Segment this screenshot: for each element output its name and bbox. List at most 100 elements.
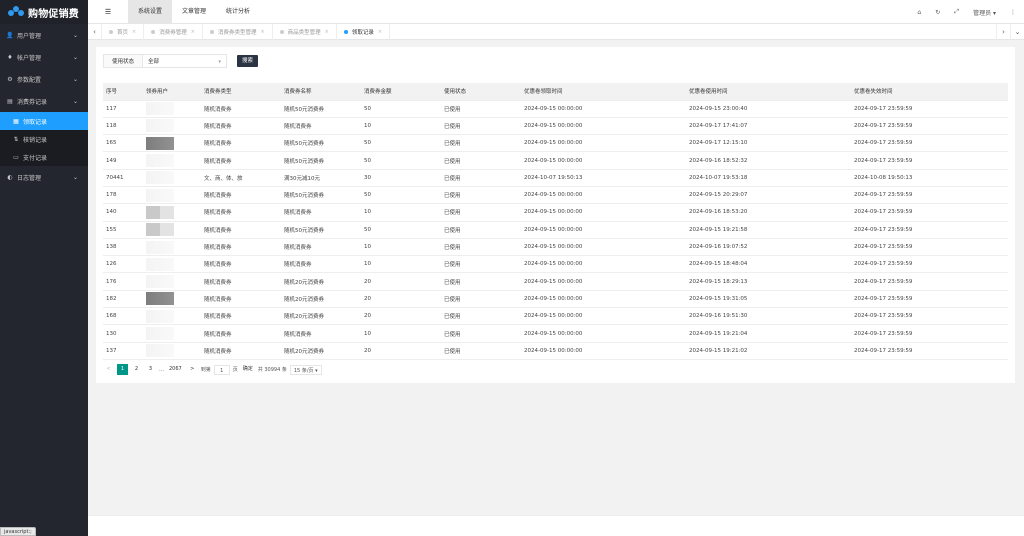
page-1-button[interactable]: 1 [117, 364, 128, 375]
cell-name: 随机20元消费券 [281, 272, 361, 291]
column-header: 优惠卷使用时间 [686, 83, 851, 101]
user-cell [143, 221, 201, 239]
page-size-select[interactable]: 15 条/页 ▾ [289, 364, 322, 375]
user-cell [143, 186, 201, 205]
sidebar-item-log[interactable]: ◐ 日志管理 ⌄ [0, 166, 88, 188]
admin-menu[interactable]: 管理员 ▾ [973, 8, 996, 17]
column-header: 优惠卷失效时间 [851, 83, 1008, 101]
cell-amount: 20 [361, 307, 441, 326]
column-header: 领券用户 [143, 83, 201, 101]
cell-expire: 2024-09-17 23:59:59 [851, 203, 1008, 222]
logo[interactable]: 购物促销费 [0, 0, 88, 24]
cell-type: 随机消费券 [201, 117, 281, 136]
sidebar-item-user[interactable]: 👤 用户管理 ⌄ [0, 24, 88, 46]
cell-amount: 10 [361, 238, 441, 257]
redacted-user [146, 102, 174, 116]
next-page-button[interactable]: > [187, 364, 198, 375]
page-3-button[interactable]: 3 [145, 364, 156, 375]
cell-amount: 10 [361, 203, 441, 222]
top-menu-item[interactable]: 文章管理 [172, 0, 216, 24]
more-icon[interactable]: ⋮ [1010, 9, 1016, 16]
sidebar-item-label: 参数配置 [17, 76, 42, 84]
last-page-button[interactable]: 2067 [167, 364, 184, 375]
sidebar-item-account[interactable]: ♦ 帐户管理 ⌄ [0, 46, 88, 68]
sidebar-item-list[interactable]: ▦ 领取记录 [0, 112, 88, 130]
column-header: 消费券类型 [201, 83, 281, 101]
redacted-user [146, 154, 174, 168]
cell-id: 130 [103, 324, 143, 343]
prev-page-button[interactable]: < [103, 364, 114, 375]
menu-toggle-icon[interactable]: ☰ [88, 8, 128, 16]
cell-status: 已使用 [441, 272, 521, 291]
table-row: 130 随机消费券 随机消费券 10 已使用 2024-09-15 00:00:00 202… [103, 324, 1008, 343]
cell-amount: 50 [361, 151, 441, 170]
goto-confirm-button[interactable]: 确定 [241, 364, 255, 375]
pagination: < 1 2 3 … 2067 > 到第 1 页 确定 共 30994 条 15 … [103, 364, 322, 375]
tab-item[interactable]: 首页 × [102, 23, 145, 40]
cell-used: 2024-09-15 19:21:04 [686, 324, 851, 343]
cell-expire: 2024-09-17 23:59:59 [851, 221, 1008, 239]
cell-id: 126 [103, 255, 143, 274]
table-row: 149 随机消费券 随机50元消费券 50 已使用 2024-09-15 00:00:00… [103, 151, 1008, 170]
cell-received: 2024-09-15 00:00:00 [521, 255, 686, 274]
tab-item[interactable]: 领取记录 × [337, 23, 391, 40]
search-button[interactable]: 搜索 [237, 55, 259, 67]
cell-type: 随机消费券 [201, 290, 281, 309]
table-row: 182 随机消费券 随机20元消费券 20 已使用 2024-09-15 00:00:00… [103, 290, 1008, 309]
user-cell [143, 255, 201, 274]
close-icon[interactable]: × [132, 29, 136, 35]
cell-type: 随机消费券 [201, 186, 281, 205]
sidebar-item-coupon-record[interactable]: ▤ 消费券记录 ⌄ [0, 90, 88, 112]
redacted-user [146, 292, 174, 306]
cell-used: 2024-09-15 20:29:07 [686, 186, 851, 205]
cell-status: 已使用 [441, 307, 521, 326]
table-row: 140 随机消费券 随机消费券 10 已使用 2024-09-15 00:00:00 202… [103, 203, 1008, 222]
goto-page-input[interactable]: 1 [213, 364, 230, 375]
cell-received: 2024-09-15 00:00:00 [521, 221, 686, 239]
close-icon[interactable]: × [191, 29, 195, 35]
sidebar-item-settings[interactable]: ⚙ 参数配置 ⌄ [0, 68, 88, 90]
cell-id: 70441 [103, 169, 143, 187]
user-icon: 👤 [6, 31, 14, 39]
cell-status: 已使用 [441, 134, 521, 153]
cell-used: 2024-10-07 19:53:18 [686, 169, 851, 187]
sidebar-item-label: 日志管理 [17, 174, 42, 182]
fullscreen-icon[interactable]: ⤢ [954, 8, 959, 16]
page-2-button[interactable]: 2 [131, 364, 142, 375]
tab-item[interactable]: 消费券管理 × [144, 23, 203, 40]
close-icon[interactable]: × [325, 29, 329, 35]
cell-expire: 2024-09-17 23:59:59 [851, 290, 1008, 309]
status-filter-select[interactable]: 全部 ▾ [143, 54, 228, 68]
cell-name: 随机50元消费券 [281, 134, 361, 153]
top-menu-item[interactable]: 统计分析 [216, 0, 260, 24]
tab-label: 消费券类型管理 [217, 29, 257, 36]
refresh-icon[interactable]: ↻ [935, 9, 940, 16]
sidebar-item-label: 领取记录 [23, 118, 48, 126]
cell-type: 随机消费券 [201, 307, 281, 326]
sidebar-item-payment[interactable]: ▭ 支付记录 [0, 148, 88, 166]
sidebar-item-swap[interactable]: ⇅ 核销记录 [0, 130, 88, 148]
cell-used: 2024-09-16 18:52:32 [686, 151, 851, 170]
close-icon[interactable]: × [378, 29, 382, 35]
top-menu-item[interactable]: 系统设置 [128, 0, 173, 24]
cell-type: 随机消费券 [201, 324, 281, 343]
cell-expire: 2024-09-17 23:59:59 [851, 238, 1008, 257]
tab-scroll-right-icon[interactable]: › [996, 24, 1010, 40]
tab-item[interactable]: 消费券类型管理 × [203, 23, 273, 40]
page-size-value: 15 条/页 [293, 367, 314, 374]
tab-label: 领取记录 [351, 29, 374, 36]
cell-status: 已使用 [441, 255, 521, 274]
user-cell [143, 307, 201, 326]
tab-scroll-left-icon[interactable]: ‹ [88, 23, 102, 40]
user-cell [143, 169, 201, 187]
coupon-record-icon: ▤ [7, 97, 13, 105]
column-header: 序号 [103, 83, 143, 101]
tab-options-icon[interactable]: ⌄ [1010, 24, 1024, 40]
tab-item[interactable]: 商品类型管理 × [273, 23, 337, 40]
chevron-down-icon: ▾ [218, 59, 222, 65]
tab-dot-icon [109, 29, 113, 34]
cell-status: 已使用 [441, 186, 521, 205]
close-icon[interactable]: × [260, 29, 264, 35]
home-icon[interactable]: ⌂ [917, 9, 921, 16]
cell-received: 2024-09-15 00:00:00 [521, 186, 686, 205]
